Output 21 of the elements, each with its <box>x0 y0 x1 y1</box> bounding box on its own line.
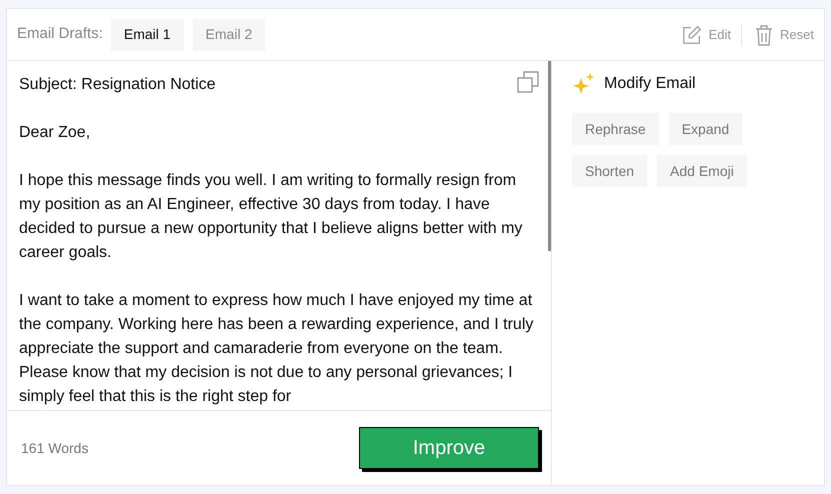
copy-icon[interactable] <box>517 71 539 93</box>
modify-title: Modify Email <box>604 74 696 94</box>
sparkle-icon <box>572 72 596 96</box>
scrollbar-thumb[interactable] <box>548 61 551 251</box>
modify-option[interactable]: Expand <box>668 113 742 145</box>
drafts-label: Email Drafts: <box>17 24 103 44</box>
modify-option[interactable]: Add Emoji <box>657 155 747 187</box>
edit-icon <box>680 24 703 46</box>
email-paragraph: I hope this message finds you well. I am writing to formally resign from my position as an AI Engineer, effective 30 days from today. I have decided to pursue a new opportunity that I believe aligns better with my career goals. <box>19 171 524 263</box>
trash-icon <box>754 24 774 46</box>
email-paragraph: I want to take a moment to express how much I have enjoyed my time at the company. Working here has been a rewarding experience, and I truly appreciate the support and camaraderie from everyone on the team. Please know that my decision is not due to any personal grievances; I simply feel that this is the right step for <box>19 291 534 407</box>
edit-button[interactable]: Edit <box>680 24 732 46</box>
reset-button[interactable]: Reset <box>754 24 814 46</box>
improve-button[interactable]: Improve <box>359 427 539 469</box>
word-count: 161 Words <box>21 438 88 458</box>
draft-tab[interactable]: Email 1 <box>110 18 184 50</box>
email-subject: Subject: Resignation Notice <box>19 75 216 95</box>
modify-option[interactable]: Rephrase <box>572 113 659 145</box>
draft-tab[interactable]: Email 2 <box>192 18 266 50</box>
modify-option[interactable]: Shorten <box>572 155 648 187</box>
email-paragraph: Dear Zoe, <box>19 123 92 143</box>
